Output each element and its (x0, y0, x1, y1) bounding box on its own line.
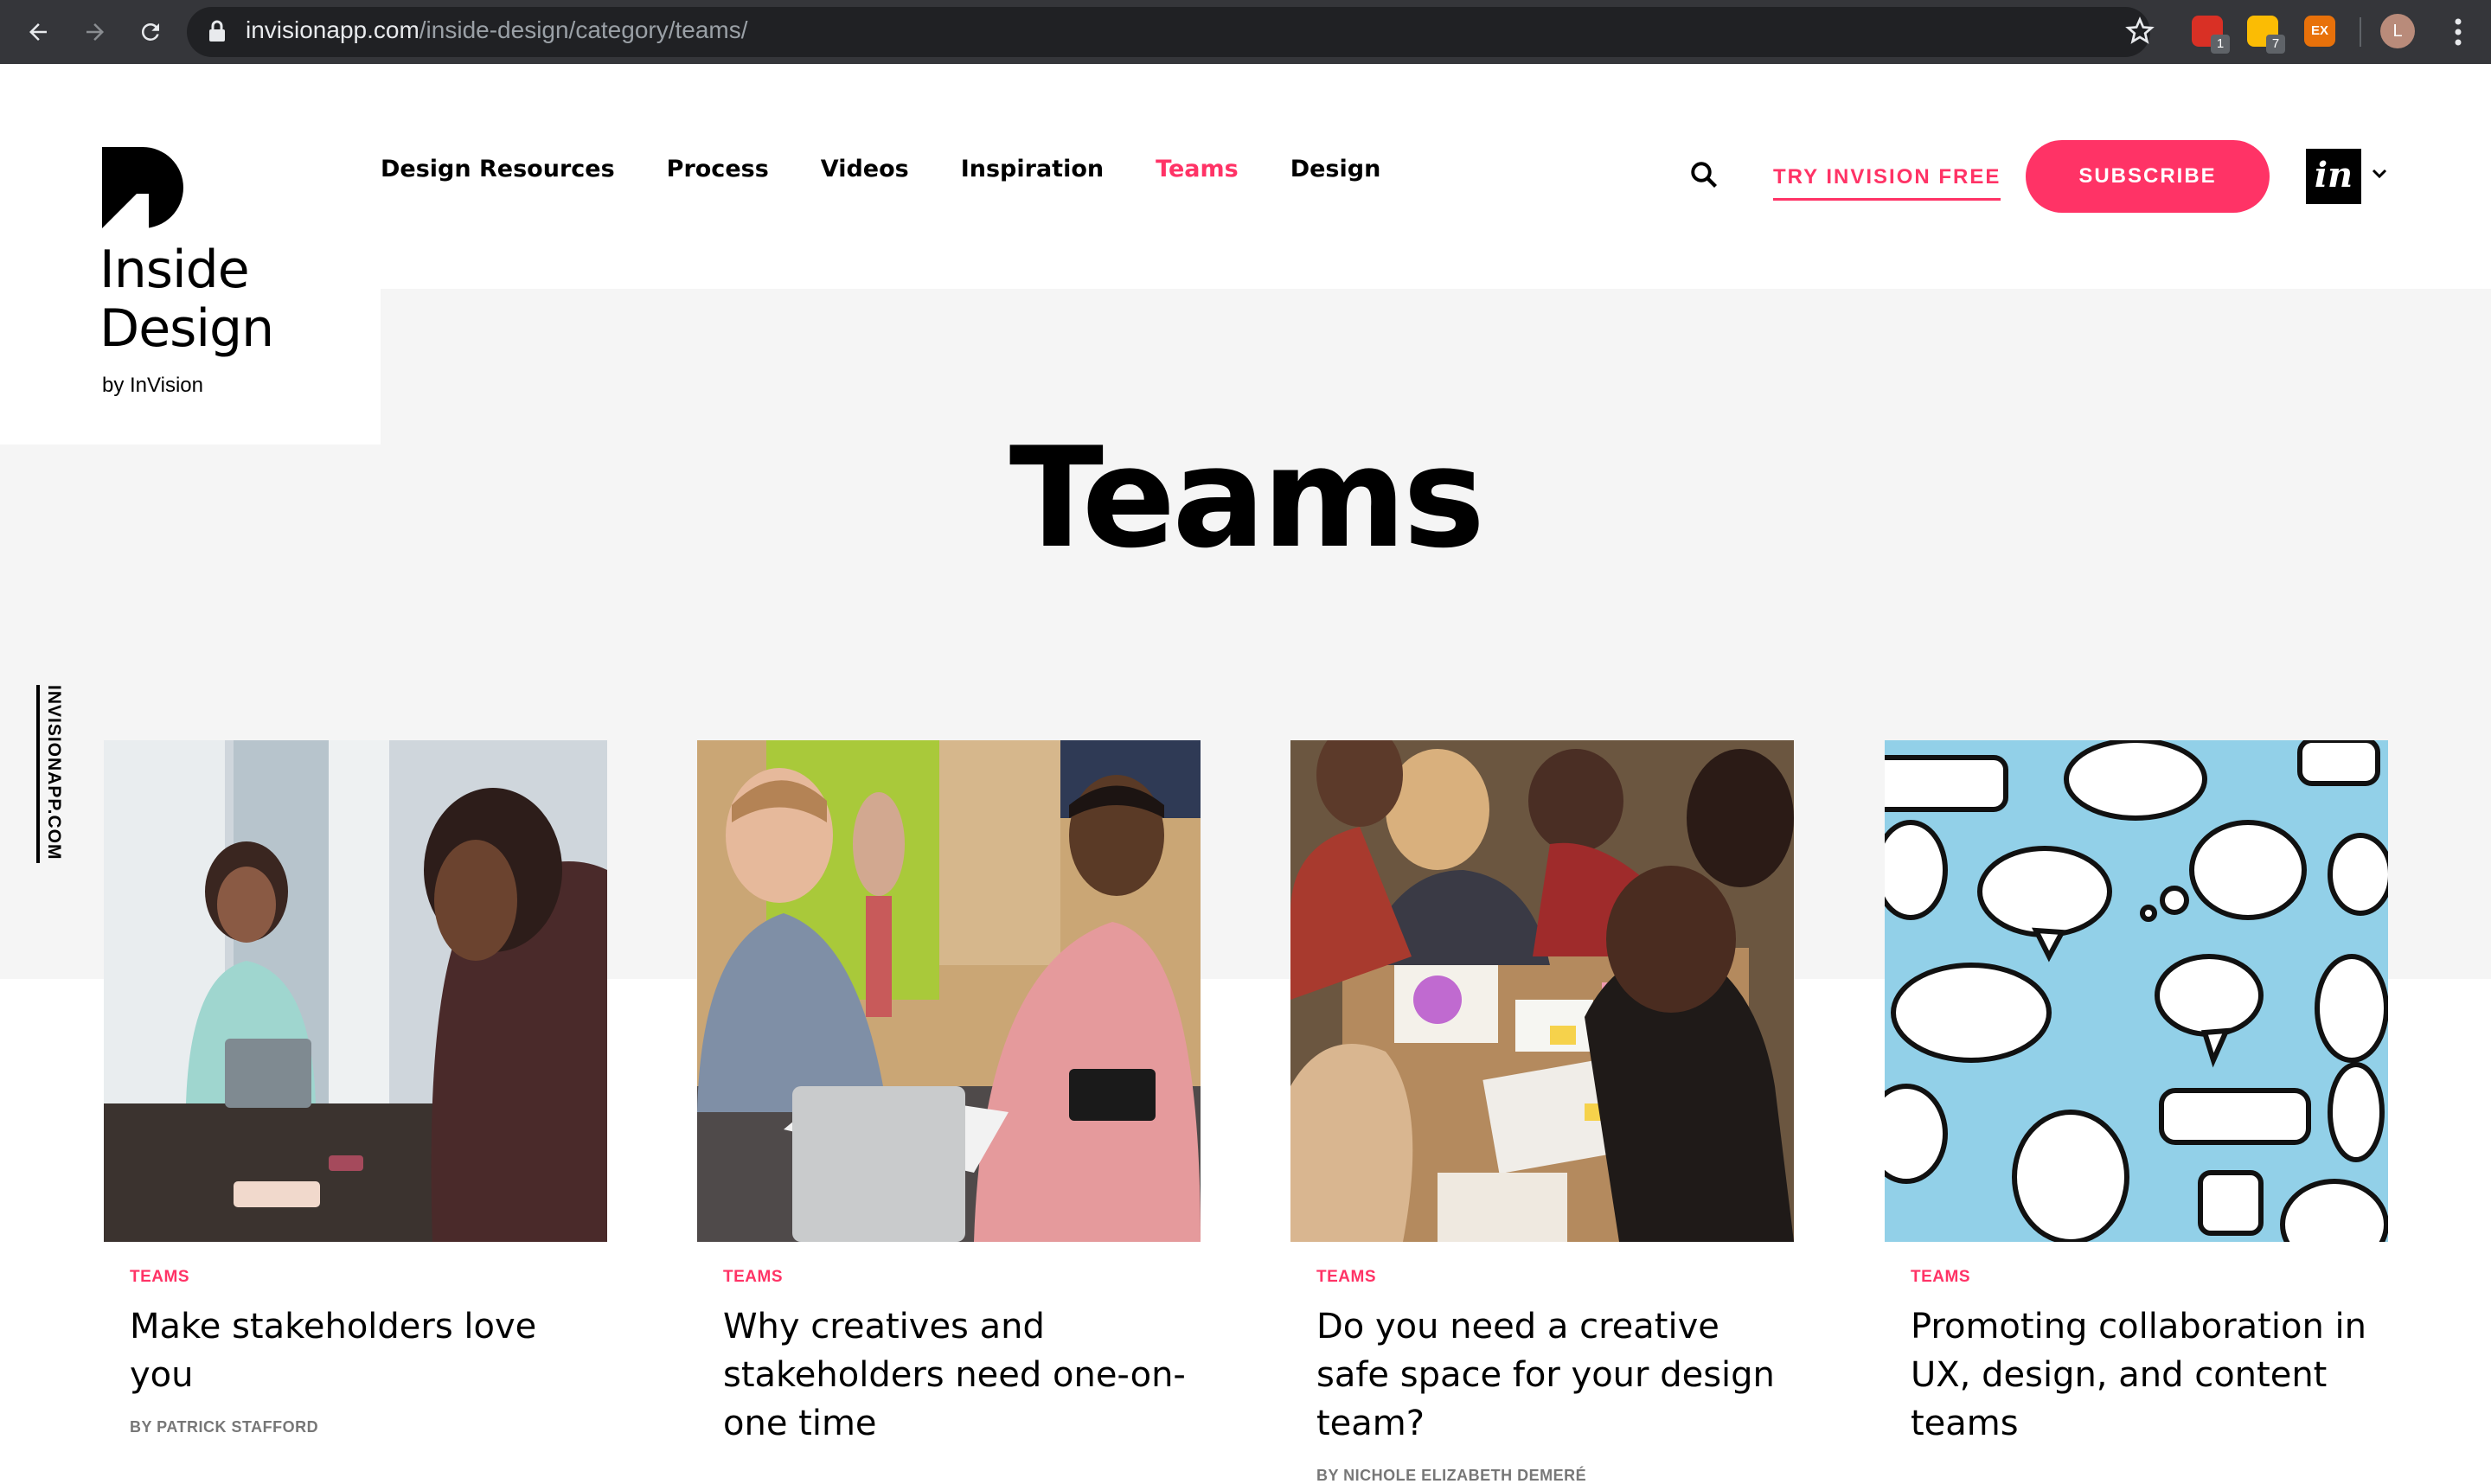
forward-arrow-icon (86, 23, 104, 41)
article-image-laptop[interactable] (697, 740, 1201, 1242)
reload-icon (141, 22, 159, 41)
article-image-speech-bubbles[interactable] (1885, 740, 2388, 1242)
brand-byline: by InVision (102, 374, 203, 397)
inside-design-logo-icon (102, 147, 183, 228)
nav-item-videos[interactable]: Videos (821, 156, 909, 182)
article-title[interactable]: Promoting collaboration in UX, design, a… (1911, 1302, 2386, 1448)
toolbar-divider (2360, 17, 2361, 47)
side-label-text: INVISIONAPP.COM (44, 685, 64, 860)
site-logo[interactable]: Inside Design by InVision (0, 64, 381, 445)
profile-avatar[interactable]: L (2380, 14, 2415, 48)
article-card[interactable]: TEAMS Do you need a creative safe space … (1290, 740, 1794, 1484)
nav-item-process[interactable]: Process (667, 156, 769, 182)
subscribe-button[interactable]: SUBSCRIBE (2026, 140, 2270, 213)
browser-menu-icon[interactable] (2453, 17, 2463, 51)
main-nav: Design Resources Process Videos Inspirat… (381, 156, 1432, 182)
article-title[interactable]: Do you need a creative safe space for yo… (1316, 1302, 1792, 1448)
bookmark-star-icon[interactable] (2124, 16, 2155, 51)
shield-extension-icon[interactable]: 1 (2192, 16, 2230, 54)
extension-badge: 1 (2211, 35, 2230, 54)
forward-button[interactable] (74, 11, 116, 53)
browser-toolbar: invisionapp.com/inside-design/category/t… (0, 0, 2491, 64)
url-host: invisionapp.com (246, 16, 419, 43)
back-arrow-icon (29, 23, 47, 41)
article-card[interactable]: TEAMS Why creatives and stakeholders nee… (697, 740, 1201, 1448)
reload-button[interactable] (130, 11, 171, 53)
back-button[interactable] (17, 11, 59, 53)
article-card[interactable]: TEAMS Make stakeholders love you BY PATR… (104, 740, 607, 1436)
nav-item-design[interactable]: Design (1290, 156, 1381, 182)
article-category[interactable]: TEAMS (1911, 1268, 2388, 1287)
article-category[interactable]: TEAMS (723, 1268, 1201, 1287)
nav-item-inspiration[interactable]: Inspiration (961, 156, 1104, 182)
article-author[interactable]: BY NICHOLE ELIZABETH DEMERÉ (1316, 1467, 1794, 1484)
side-site-label[interactable]: INVISIONAPP.COM (36, 685, 66, 863)
article-title[interactable]: Make stakeholders love you (130, 1302, 605, 1399)
article-card[interactable]: TEAMS Promoting collaboration in UX, des… (1885, 740, 2388, 1448)
article-author[interactable]: BY PATRICK STAFFORD (130, 1418, 607, 1436)
ex-extension-icon[interactable]: EX (2304, 16, 2335, 47)
notes-extension-icon[interactable]: 7 (2247, 16, 2285, 54)
article-category[interactable]: TEAMS (1316, 1268, 1794, 1287)
article-category[interactable]: TEAMS (130, 1268, 607, 1287)
brand-title: Inside Design (99, 240, 274, 359)
extension-badge: 7 (2266, 35, 2285, 54)
article-image-meeting[interactable] (104, 740, 607, 1242)
search-icon[interactable] (1688, 159, 1719, 195)
try-invision-free-link[interactable]: TRY INVISION FREE (1773, 165, 2001, 201)
url-path: /inside-design/category/teams/ (419, 16, 748, 43)
invision-account-logo[interactable]: in (2306, 149, 2361, 204)
nav-item-teams[interactable]: Teams (1156, 156, 1239, 182)
chevron-down-icon[interactable] (2372, 168, 2387, 183)
page-title: Teams (1009, 417, 1485, 579)
page: Inside Design by InVision Design Resourc… (0, 64, 2491, 1484)
lock-icon (208, 19, 227, 48)
article-image-workshop[interactable] (1290, 740, 1794, 1242)
article-title[interactable]: Why creatives and stakeholders need one-… (723, 1302, 1199, 1448)
nav-item-design-resources[interactable]: Design Resources (381, 156, 615, 182)
url-text[interactable]: invisionapp.com/inside-design/category/t… (246, 16, 748, 44)
